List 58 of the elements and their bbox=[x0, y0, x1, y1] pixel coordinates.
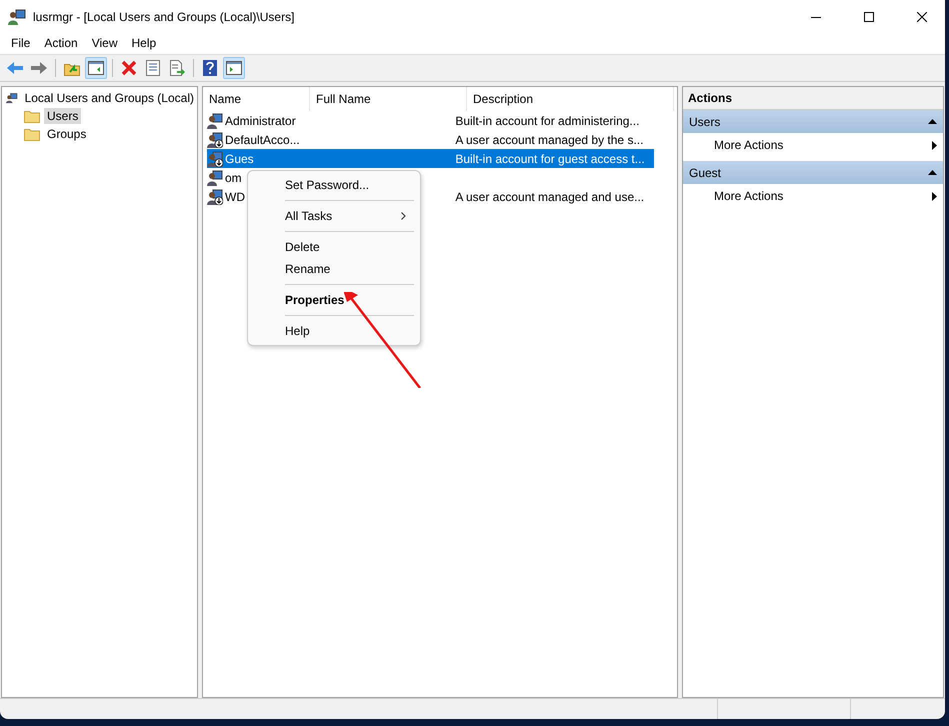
user-icon bbox=[207, 132, 223, 148]
collapse-icon bbox=[928, 169, 937, 176]
users-app-icon bbox=[8, 9, 26, 25]
maximize-icon bbox=[864, 12, 874, 22]
tree-item[interactable]: Local Users and Groups (Local) bbox=[22, 90, 197, 106]
user-icon bbox=[207, 188, 223, 204]
export-list-icon bbox=[169, 60, 185, 76]
user-name[interactable]: om bbox=[225, 170, 242, 184]
computer-users-icon bbox=[6, 90, 18, 106]
forward-arrow-icon bbox=[30, 61, 48, 75]
tree-item[interactable]: Users bbox=[44, 108, 82, 124]
properties-icon bbox=[146, 60, 160, 76]
help-icon bbox=[203, 60, 217, 76]
section-label: Guest bbox=[689, 166, 722, 180]
action-pane-icon bbox=[226, 61, 242, 75]
menu-item[interactable]: View bbox=[84, 34, 124, 54]
folder-icon bbox=[24, 127, 40, 141]
context-menu-item[interactable]: Properties bbox=[248, 289, 420, 311]
context-menu-item[interactable]: Delete bbox=[248, 236, 420, 258]
close-icon bbox=[917, 12, 927, 22]
section-label: Users bbox=[689, 114, 720, 128]
delete-icon bbox=[121, 60, 137, 76]
user-name: Gues bbox=[225, 152, 254, 166]
action-item[interactable]: More Actions bbox=[683, 133, 943, 157]
collapse-icon bbox=[928, 118, 937, 125]
context-menu-item[interactable]: Rename bbox=[248, 258, 420, 280]
user-description: Built-in account for guest access t... bbox=[455, 152, 645, 166]
user-description: A user account managed by the s... bbox=[455, 132, 644, 146]
user-icon bbox=[207, 112, 223, 128]
menu-item[interactable]: Action bbox=[37, 34, 85, 54]
column-header[interactable]: Description bbox=[467, 87, 674, 111]
user-description: Built-in account for administering... bbox=[455, 114, 640, 128]
window-title: lusrmgr - [Local Users and Groups (Local)\Users] bbox=[33, 10, 296, 24]
column-header[interactable]: Name bbox=[203, 87, 310, 111]
minimize-icon bbox=[811, 16, 821, 18]
back-arrow-icon bbox=[6, 61, 24, 75]
tree-pane-icon bbox=[88, 61, 104, 75]
folder-icon bbox=[24, 109, 40, 123]
menu-item[interactable]: Help bbox=[124, 34, 164, 54]
actions-section-header[interactable]: Users bbox=[683, 110, 943, 133]
context-menu-item[interactable]: Help bbox=[248, 320, 420, 342]
actions-section-header[interactable]: Guest bbox=[683, 161, 943, 184]
chevron-right-icon bbox=[401, 212, 406, 220]
action-item[interactable]: More Actions bbox=[683, 184, 943, 208]
user-name[interactable]: Administrator bbox=[225, 114, 296, 128]
menu-item[interactable]: File bbox=[4, 34, 38, 54]
user-icon bbox=[207, 170, 223, 186]
submenu-arrow-icon bbox=[932, 192, 937, 200]
context-menu-item[interactable]: All Tasks bbox=[248, 205, 420, 227]
column-header[interactable]: Full Name bbox=[310, 87, 467, 111]
show-action-pane-button[interactable] bbox=[223, 57, 245, 79]
user-description: A user account managed and use... bbox=[455, 190, 644, 204]
actions-title: Actions bbox=[683, 87, 943, 110]
submenu-arrow-icon bbox=[932, 140, 937, 150]
user-icon bbox=[207, 150, 223, 166]
tree-item[interactable]: Groups bbox=[44, 126, 90, 142]
context-menu-item[interactable]: Set Password... bbox=[248, 174, 420, 196]
show-tree-button[interactable] bbox=[85, 57, 107, 79]
